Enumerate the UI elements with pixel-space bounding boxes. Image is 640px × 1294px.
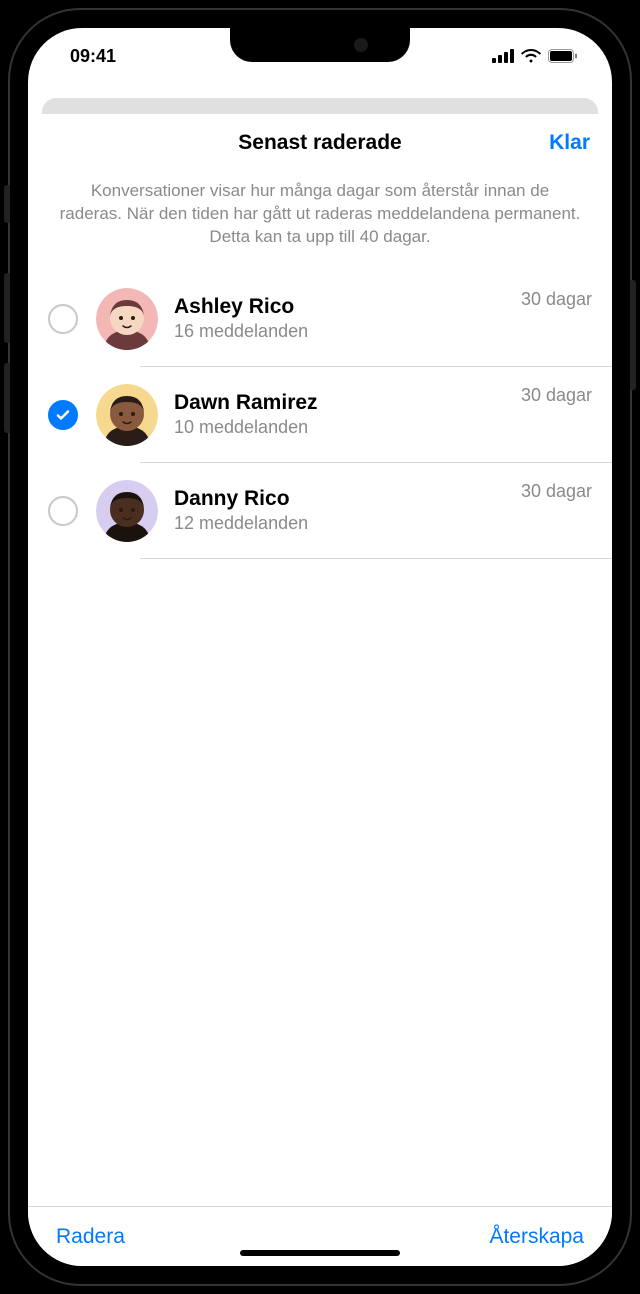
message-count: 10 meddelanden [174,417,521,438]
delete-button[interactable]: Radera [56,1225,125,1249]
selection-checkbox[interactable] [48,304,78,334]
message-count: 16 meddelanden [174,321,521,342]
days-remaining: 30 dagar [521,289,592,310]
avatar [96,480,158,542]
wifi-icon [521,49,541,63]
recover-button[interactable]: Återskapa [489,1225,584,1249]
selection-checkbox[interactable] [48,496,78,526]
contact-name: Ashley Rico [174,295,521,319]
contact-name: Dawn Ramirez [174,391,521,415]
row-text: Danny Rico12 meddelanden [174,487,521,534]
notch [230,28,410,62]
cellular-signal-icon [492,49,514,63]
avatar [96,288,158,350]
sheet-header: Senast raderade Klar [28,114,612,172]
row-text: Ashley Rico16 meddelanden [174,295,521,342]
home-indicator[interactable] [240,1250,400,1256]
days-remaining: 30 dagar [521,481,592,502]
screen: 09:41 Senast raderade Klar Konversatione… [28,28,612,1266]
battery-icon [548,49,578,63]
conversation-list: Ashley Rico16 meddelanden30 dagarDawn Ra… [28,271,612,1206]
bottom-toolbar: Radera Återskapa [28,1206,612,1266]
conversation-row[interactable]: Danny Rico12 meddelanden30 dagar [28,463,612,559]
contact-name: Danny Rico [174,487,521,511]
modal-sheet: Senast raderade Klar Konversationer visa… [28,114,612,1266]
phone-frame: 09:41 Senast raderade Klar Konversatione… [10,10,630,1284]
message-count: 12 meddelanden [174,513,521,534]
days-remaining: 30 dagar [521,385,592,406]
page-title: Senast raderade [238,131,401,155]
conversation-row[interactable]: Dawn Ramirez10 meddelanden30 dagar [28,367,612,463]
row-text: Dawn Ramirez10 meddelanden [174,391,521,438]
done-button[interactable]: Klar [549,131,590,155]
conversation-row[interactable]: Ashley Rico16 meddelanden30 dagar [28,271,612,367]
avatar [96,384,158,446]
selection-checkbox[interactable] [48,400,78,430]
status-time: 09:41 [70,46,116,67]
description-text: Konversationer visar hur många dagar som… [28,172,612,271]
